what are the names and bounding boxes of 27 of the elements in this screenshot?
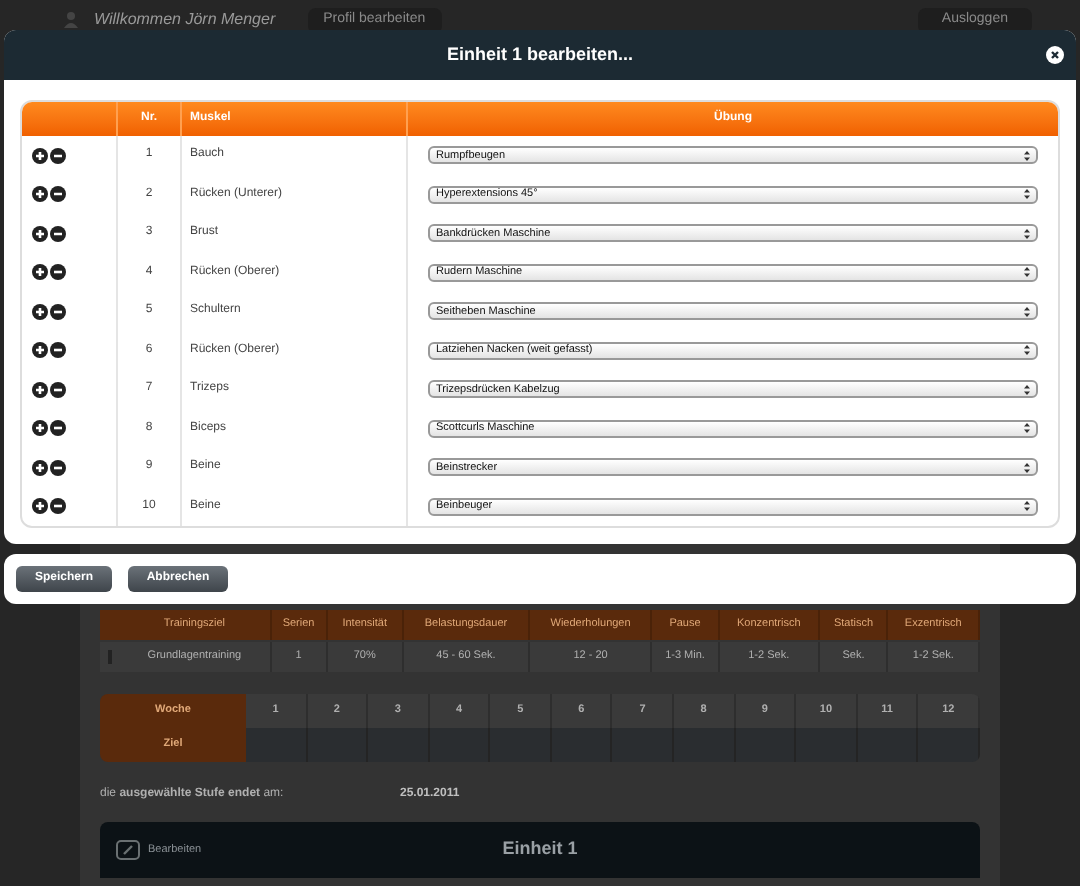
plus-minus-icon[interactable] (32, 186, 68, 203)
goal-cell (246, 728, 308, 762)
select-arrows-icon (1024, 188, 1030, 201)
user-icon (64, 12, 78, 28)
plus-minus-icon[interactable] (32, 264, 68, 281)
select-arrows-icon (1024, 422, 1030, 435)
welcome-text: Willkommen Jörn Menger (94, 8, 276, 32)
pencil-icon[interactable] (116, 840, 140, 860)
select-arrows-icon (1024, 461, 1030, 474)
plus-minus-icon[interactable] (32, 342, 68, 359)
select-arrows-icon (1024, 305, 1030, 318)
select-arrows-icon (1024, 149, 1030, 162)
select-arrows-icon (1024, 227, 1030, 240)
plus-minus-icon[interactable] (32, 147, 68, 164)
select-arrows-icon (1024, 344, 1030, 357)
plus-minus-icon[interactable] (32, 459, 68, 476)
plus-minus-icon[interactable] (32, 381, 68, 398)
select-arrows-icon (1024, 266, 1030, 279)
select-arrows-icon (1024, 383, 1030, 396)
plus-minus-icon[interactable] (32, 420, 68, 437)
unit-title: Einheit 1 (502, 836, 578, 863)
plus-minus-icon[interactable] (32, 498, 68, 515)
dialog-title: Einheit 1 bearbeiten... (446, 41, 634, 68)
close-icon[interactable] (1046, 46, 1064, 64)
plus-minus-icon[interactable] (32, 303, 68, 320)
select-arrows-icon (1024, 500, 1030, 513)
plus-minus-icon[interactable] (32, 225, 68, 242)
